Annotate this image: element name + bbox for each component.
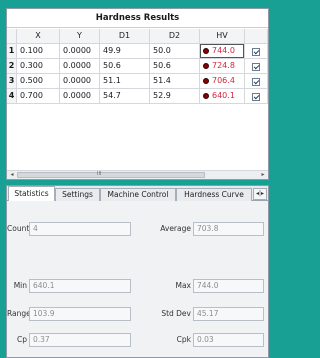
tab-statistics[interactable]: Statistics (8, 186, 55, 201)
hardness-results-panel: Hardness Results X Y D1 D2 HV 1 0.100 0.… (6, 8, 269, 180)
table-row[interactable]: 4 0.700 0.0000 54.7 52.9 640.1 (7, 89, 268, 104)
hv-value: 706.4 (212, 76, 235, 85)
row-number[interactable]: 4 (7, 89, 17, 104)
cell-x[interactable]: 0.300 (17, 59, 60, 74)
cell-d2[interactable]: 52.9 (150, 89, 200, 104)
cell-x[interactable]: 0.100 (17, 44, 60, 59)
hv-value: 744.0 (212, 46, 235, 55)
column-header-y[interactable]: Y (60, 29, 100, 44)
indent-marker-icon (203, 62, 209, 69)
checkbox-checked-icon (252, 93, 260, 101)
count-label: Count (7, 224, 30, 233)
hv-value: 640.1 (212, 91, 235, 100)
scroll-left-icon[interactable]: ◂ (7, 171, 17, 179)
cell-x[interactable]: 0.700 (17, 89, 60, 104)
stddev-label: Std Dev (161, 309, 191, 318)
tab-settings[interactable]: Settings (55, 188, 100, 201)
cell-y[interactable]: 0.0000 (60, 74, 100, 89)
scroll-right-icon[interactable]: ▸ (258, 171, 268, 179)
cpk-field: 0.03 (193, 333, 264, 347)
analysis-tabs-panel: Statistics Settings Machine Control Hard… (6, 185, 269, 358)
hv-value: 724.8 (212, 61, 235, 70)
max-field: 744.0 (193, 279, 264, 293)
table-header-row: X Y D1 D2 HV (7, 29, 268, 44)
indent-marker-icon (203, 77, 209, 84)
table-row[interactable]: 3 0.500 0.0000 51.1 51.4 706.4 (7, 74, 268, 89)
stddev-field: 45.17 (193, 307, 264, 321)
scrollbar-grip-icon: III (97, 171, 102, 177)
average-label: Average (160, 224, 191, 233)
cpk-label: Cpk (176, 335, 191, 344)
cell-d1[interactable]: 51.1 (100, 74, 150, 89)
column-header-check (245, 29, 268, 44)
table-row[interactable]: 2 0.300 0.0000 50.6 50.6 724.8 (7, 59, 268, 74)
tab-bar: Statistics Settings Machine Control Hard… (7, 186, 268, 201)
row-include-checkbox[interactable] (245, 74, 268, 89)
stat-row-range-stddev: Range 103.9 Std Dev 45.17 (7, 307, 268, 321)
count-field: 4 (29, 222, 131, 236)
column-header-x[interactable]: X (17, 29, 60, 44)
cell-d1[interactable]: 49.9 (100, 44, 150, 59)
horizontal-scrollbar[interactable]: ◂ III ▸ (7, 170, 268, 179)
cell-d1[interactable]: 54.7 (100, 89, 150, 104)
row-number-header (7, 29, 17, 44)
results-table: X Y D1 D2 HV 1 0.100 0.0000 49.9 50.0 74… (7, 29, 268, 104)
cell-hv[interactable]: 640.1 (200, 89, 245, 104)
tab-machine-control[interactable]: Machine Control (100, 188, 176, 201)
cell-hv[interactable]: 744.0 (200, 44, 245, 59)
range-field: 103.9 (29, 307, 131, 321)
column-header-d1[interactable]: D1 (100, 29, 150, 44)
min-label: Min (13, 281, 27, 290)
cell-x[interactable]: 0.500 (17, 74, 60, 89)
cp-label: Cp (17, 335, 27, 344)
checkbox-checked-icon (252, 63, 260, 71)
cell-hv[interactable]: 724.8 (200, 59, 245, 74)
cell-d1[interactable]: 50.6 (100, 59, 150, 74)
cp-field: 0.37 (29, 333, 131, 347)
row-number[interactable]: 1 (7, 44, 17, 59)
row-number[interactable]: 3 (7, 74, 17, 89)
tab-hardness-curve[interactable]: Hardness Curve (176, 188, 252, 201)
average-field: 703.8 (193, 222, 264, 236)
row-include-checkbox[interactable] (245, 89, 268, 104)
range-label: Range (7, 309, 31, 318)
cell-y[interactable]: 0.0000 (60, 89, 100, 104)
min-field: 640.1 (29, 279, 131, 293)
stat-row-cp-cpk: Cp 0.37 Cpk 0.03 (7, 333, 268, 347)
row-include-checkbox[interactable] (245, 59, 268, 74)
cell-d2[interactable]: 51.4 (150, 74, 200, 89)
indent-marker-icon (203, 47, 209, 54)
row-number[interactable]: 2 (7, 59, 17, 74)
column-header-hv[interactable]: HV (200, 29, 245, 44)
checkbox-checked-icon (252, 78, 260, 86)
row-include-checkbox[interactable] (245, 44, 268, 59)
results-title: Hardness Results (7, 9, 268, 28)
cell-hv[interactable]: 706.4 (200, 74, 245, 89)
column-header-d2[interactable]: D2 (150, 29, 200, 44)
checkbox-checked-icon (252, 48, 260, 56)
table-row[interactable]: 1 0.100 0.0000 49.9 50.0 744.0 (7, 44, 268, 59)
cell-d2[interactable]: 50.6 (150, 59, 200, 74)
cell-y[interactable]: 0.0000 (60, 59, 100, 74)
cell-y[interactable]: 0.0000 (60, 44, 100, 59)
stat-row-count-average: Count 4 Average 703.8 (7, 222, 268, 236)
cell-d2[interactable]: 50.0 (150, 44, 200, 59)
indent-marker-icon (203, 92, 209, 99)
stat-row-min-max: Min 640.1 Max 744.0 (7, 279, 268, 293)
tab-scroll-arrows-icon[interactable]: ◂|▸ (253, 188, 267, 200)
scrollbar-thumb[interactable] (17, 172, 205, 178)
max-label: Max (175, 281, 191, 290)
